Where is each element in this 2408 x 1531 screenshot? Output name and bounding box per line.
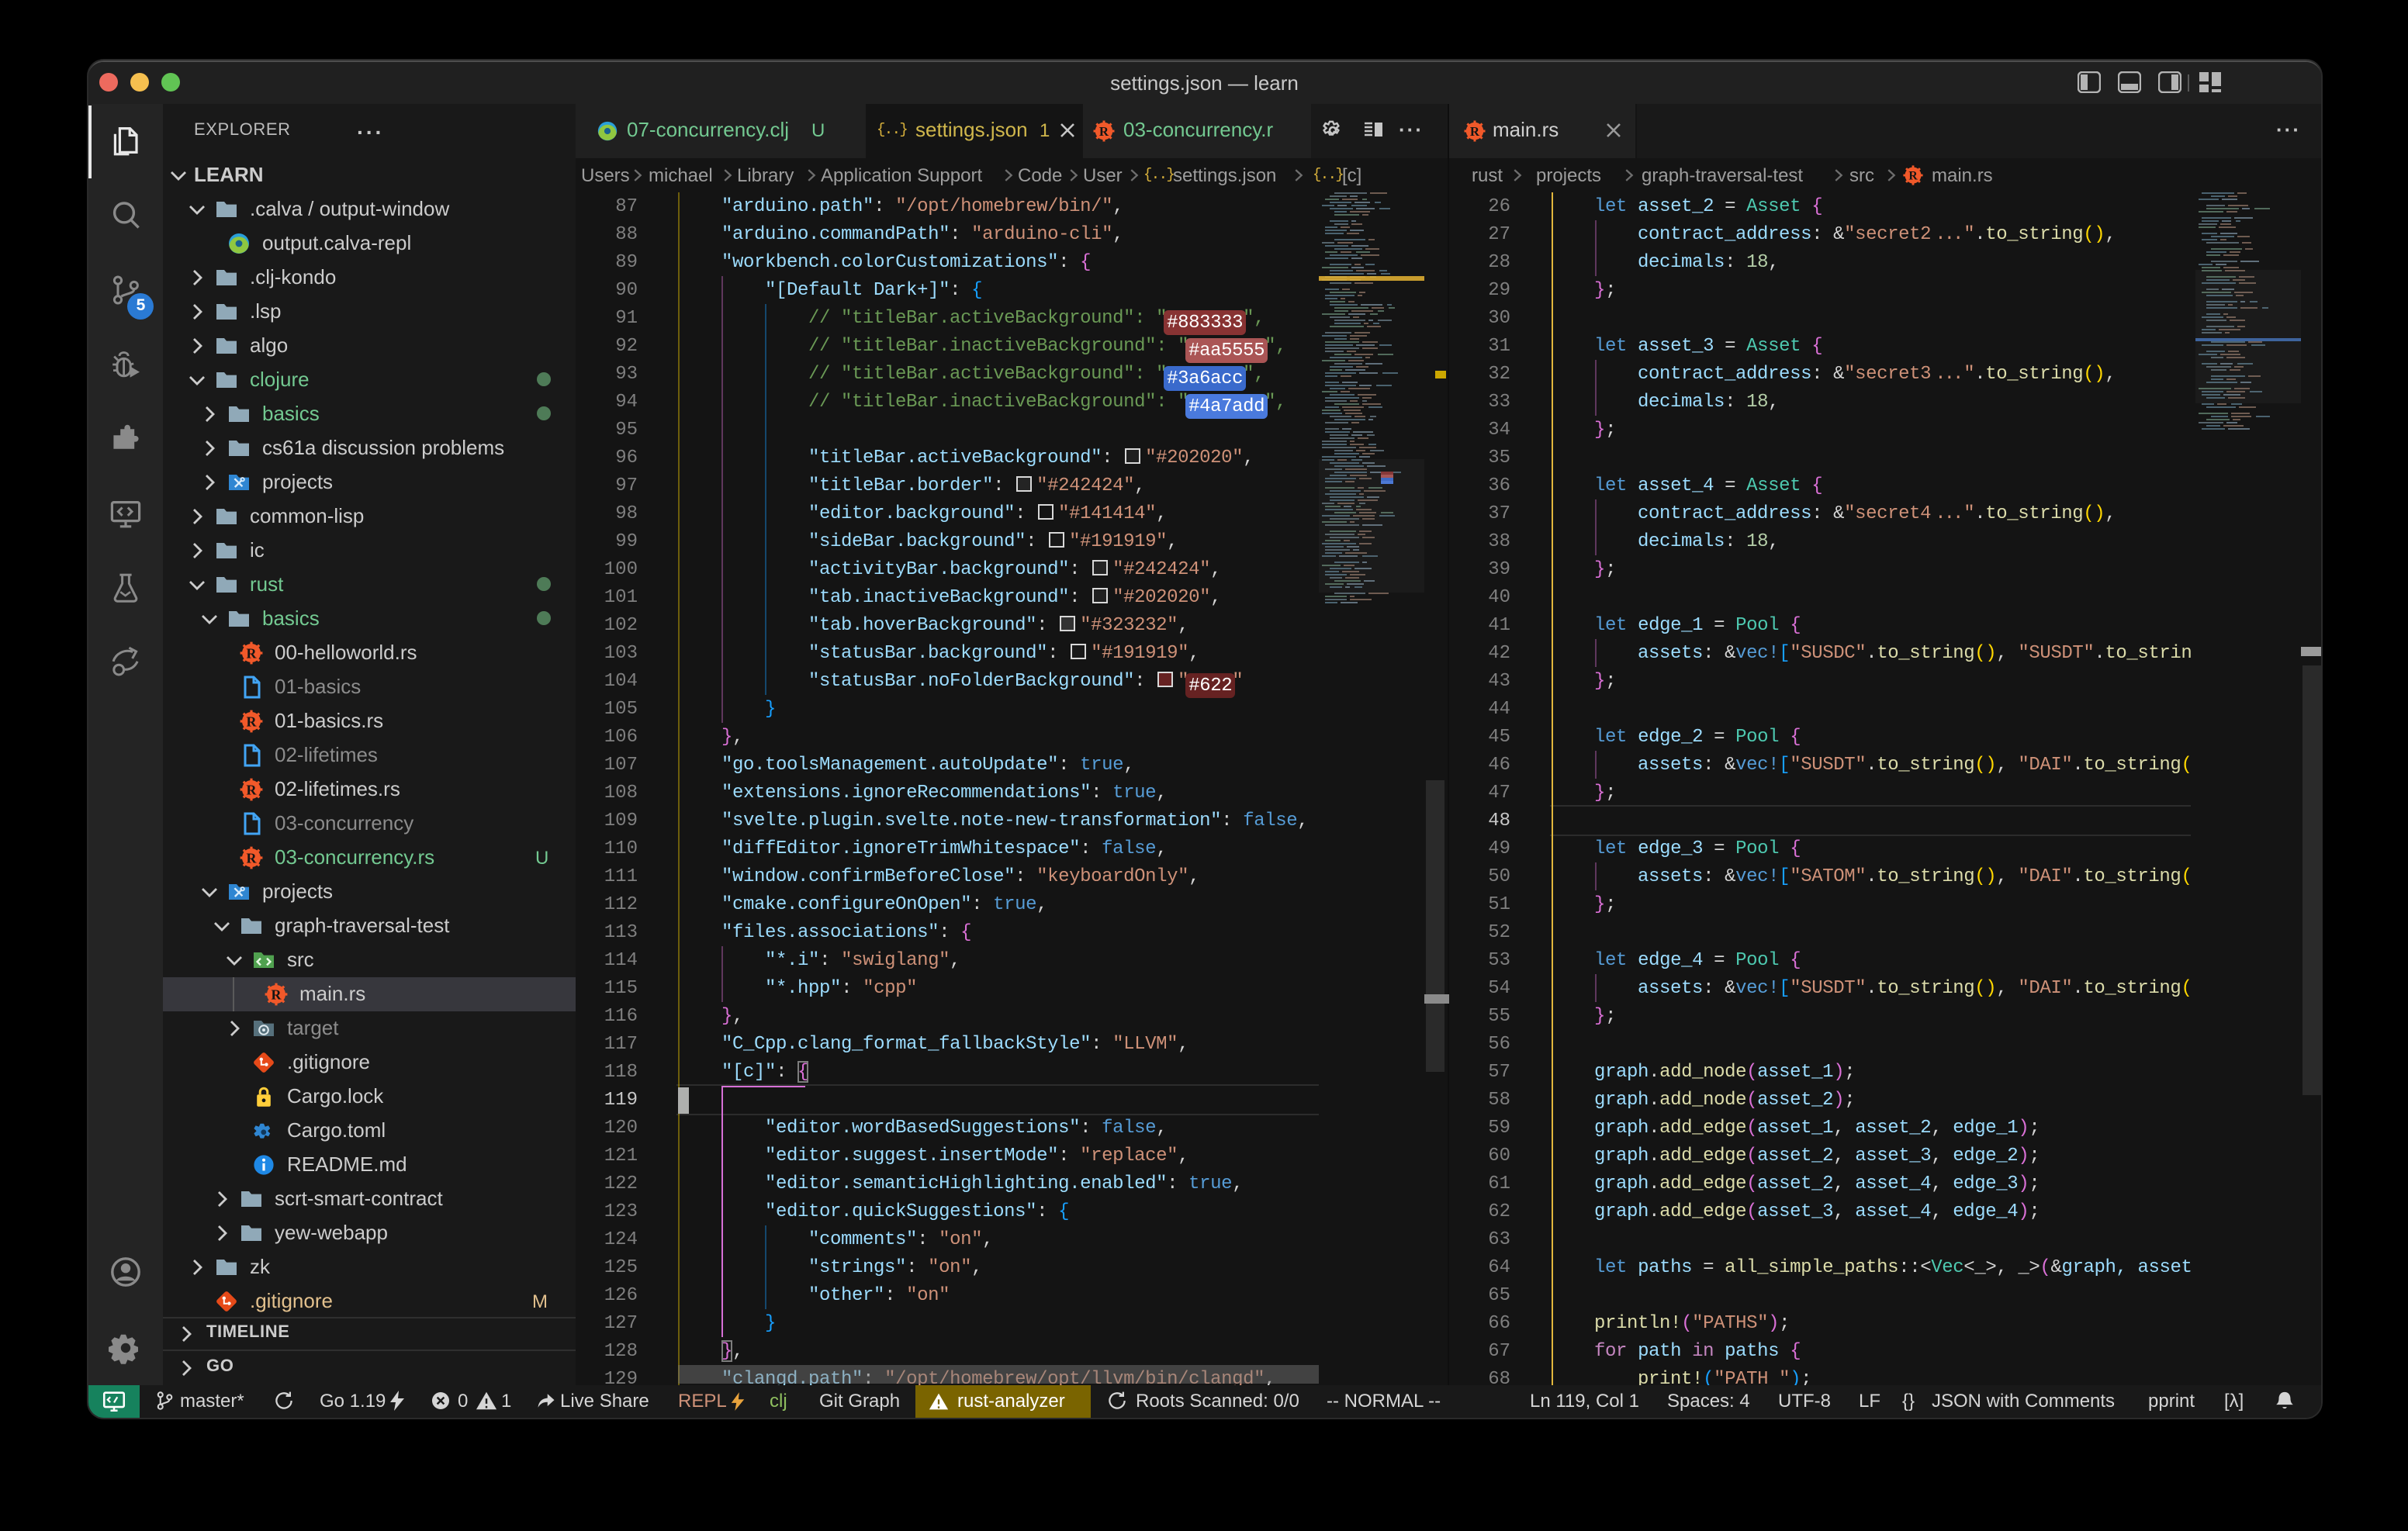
svg-text:R: R <box>247 645 258 660</box>
svg-text:R: R <box>1470 123 1480 138</box>
svg-text:R: R <box>1099 123 1109 138</box>
svg-text:R: R <box>247 781 258 797</box>
svg-text:R: R <box>247 713 258 728</box>
svg-text:R: R <box>247 849 258 865</box>
svg-text:R: R <box>1908 170 1918 183</box>
svg-text:R: R <box>272 986 282 1001</box>
